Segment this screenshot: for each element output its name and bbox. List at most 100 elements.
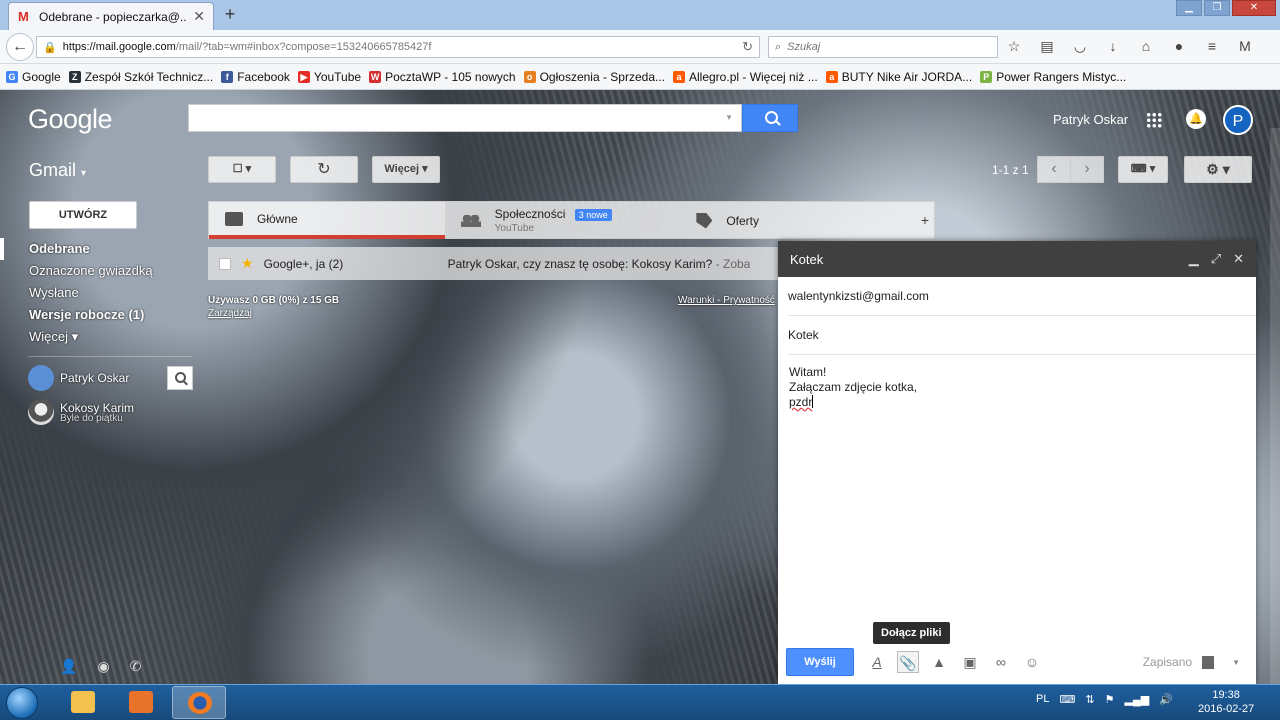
home-icon[interactable]: ⌂ bbox=[1136, 38, 1156, 55]
system-tray: PL ⌨ ⇅ ⚑ ▂▄▆ 🔊 bbox=[1036, 693, 1173, 706]
trash-icon[interactable] bbox=[1202, 655, 1215, 669]
downloads-icon[interactable]: ↓ bbox=[1103, 38, 1123, 55]
close-tab-icon[interactable]: ✕ bbox=[193, 8, 205, 25]
settings-gear-button[interactable]: ⚙ ▾ bbox=[1184, 156, 1252, 183]
manage-storage-link[interactable]: Zarządzaj bbox=[208, 308, 339, 319]
media-player-taskbar-button[interactable] bbox=[114, 686, 168, 719]
bookmark-item[interactable]: Z Zespół Szkół Technicz... bbox=[68, 70, 213, 84]
phone-icon[interactable]: ✆ bbox=[130, 658, 142, 675]
subject-field[interactable]: Kotek bbox=[788, 316, 1256, 355]
star-icon[interactable]: ★ bbox=[241, 255, 254, 272]
bookmark-label: Allegro.pl - Więcej niż ... bbox=[689, 69, 818, 84]
minimize-icon[interactable]: ▁ bbox=[1189, 251, 1199, 267]
chat-icon[interactable]: ● bbox=[1169, 38, 1189, 55]
menu-icon[interactable]: ≡ bbox=[1202, 38, 1222, 55]
drive-icon[interactable]: ▲ bbox=[928, 651, 950, 673]
sidebar-item-more[interactable]: Więcej ▾ bbox=[0, 326, 195, 348]
minimize-window-button[interactable]: ▁ bbox=[1176, 0, 1202, 16]
notifications-bell-icon[interactable]: 🔔 bbox=[1186, 109, 1206, 129]
start-button[interactable] bbox=[6, 687, 38, 719]
expand-icon[interactable]: ⤢ bbox=[1211, 251, 1221, 267]
more-actions-button[interactable]: Więcej ▾ bbox=[372, 156, 440, 183]
insert-link-icon[interactable]: ∞ bbox=[990, 651, 1012, 673]
sidebar-item-inbox[interactable]: Odebrane bbox=[0, 238, 195, 260]
avatar[interactable]: P bbox=[1223, 105, 1253, 135]
bookmark-item[interactable]: P Power Rangers Mistyc... bbox=[980, 70, 1126, 84]
terms-link[interactable]: Warunki - Prywatność bbox=[678, 295, 775, 306]
tab-title: Odebrane - popieczarka@... bbox=[39, 9, 188, 24]
bookmark-item[interactable]: G Google bbox=[6, 70, 61, 84]
compose-button[interactable]: UTWÓRZ bbox=[29, 201, 137, 229]
bookmark-item[interactable]: a Allegro.pl - Więcej niż ... bbox=[673, 70, 818, 84]
bookmark-favicon-icon: ▶ bbox=[297, 70, 310, 83]
close-window-button[interactable]: ✕ bbox=[1232, 0, 1276, 16]
reload-icon[interactable]: ↻ bbox=[742, 39, 753, 55]
message-body[interactable]: Witam! Załączam zdjęcie kotka, pzdr bbox=[778, 355, 1256, 640]
gmail-search-button[interactable] bbox=[742, 104, 798, 132]
recipients-field[interactable]: walentynkizsti@gmail.com bbox=[788, 277, 1256, 316]
apps-grid-icon[interactable] bbox=[1146, 112, 1162, 128]
tab-social[interactable]: Społeczności 3 nowe YouTube bbox=[445, 202, 681, 239]
system-clock[interactable]: 19:38 2016-02-27 bbox=[1198, 688, 1254, 716]
prev-page-button[interactable]: ‹ bbox=[1037, 156, 1071, 183]
attach-file-icon[interactable]: 📎 bbox=[897, 651, 919, 673]
back-button[interactable]: ← bbox=[6, 33, 34, 61]
bookmark-item[interactable]: a BUTY Nike Air JORDA... bbox=[825, 70, 972, 84]
tab-primary[interactable]: Główne bbox=[209, 202, 445, 239]
contact-self[interactable]: Patryk Oskar bbox=[0, 361, 195, 395]
select-all-checkbox[interactable]: ☐ ▾ bbox=[208, 156, 276, 183]
bookmark-favicon-icon: a bbox=[673, 70, 685, 83]
formatting-icon[interactable]: A bbox=[866, 651, 888, 673]
volume-icon[interactable]: 🔊 bbox=[1159, 693, 1173, 706]
user-name[interactable]: Patryk Oskar bbox=[1053, 112, 1128, 127]
row-checkbox[interactable] bbox=[219, 257, 231, 270]
pocket-icon[interactable]: ◡ bbox=[1070, 38, 1090, 55]
emoji-icon[interactable]: ☺ bbox=[1021, 651, 1043, 673]
signal-icon[interactable]: ▂▄▆ bbox=[1124, 693, 1149, 706]
address-bar[interactable]: 🔒 https://mail.google.com/mail/?tab=wm#i… bbox=[36, 36, 760, 58]
insert-photo-icon[interactable]: ▣ bbox=[959, 651, 981, 673]
browser-tab[interactable]: Odebrane - popieczarka@... ✕ bbox=[8, 2, 214, 30]
search-options-icon[interactable]: ▼ bbox=[725, 113, 733, 122]
sidebar-item-starred[interactable]: Oznaczone gwiazdką bbox=[0, 260, 195, 282]
sidebar-item-sent[interactable]: Wysłane bbox=[0, 282, 195, 304]
compose-header[interactable]: Kotek ▁ ⤢ ✕ bbox=[778, 241, 1256, 277]
extension-icon[interactable]: M bbox=[1235, 38, 1255, 55]
sidebar-item-drafts[interactable]: Wersje robocze (1) bbox=[0, 304, 195, 326]
tab-promotions[interactable]: Oferty bbox=[680, 202, 916, 239]
table-row[interactable]: ★ Google+, ja (2) Patryk Oskar, czy znas… bbox=[208, 247, 808, 280]
bookmark-favicon-icon: o bbox=[523, 70, 536, 83]
flag-icon[interactable]: ⚑ bbox=[1105, 693, 1115, 706]
language-indicator[interactable]: PL bbox=[1036, 693, 1049, 706]
send-button[interactable]: Wyślij bbox=[786, 648, 854, 676]
refresh-button[interactable]: ↻ bbox=[290, 156, 358, 183]
close-icon[interactable]: ✕ bbox=[1233, 251, 1244, 267]
more-options-icon[interactable]: ▼ bbox=[1232, 658, 1240, 667]
attach-tooltip: Dołącz pliki bbox=[873, 622, 950, 644]
bookmark-star-icon[interactable]: ☆ bbox=[1004, 38, 1024, 55]
bookmark-item[interactable]: ▶ YouTube bbox=[297, 70, 361, 84]
keyboard-icon[interactable]: ⌨ bbox=[1059, 693, 1075, 706]
hangouts-icon[interactable]: ◉ bbox=[97, 658, 109, 675]
browser-search-input[interactable] bbox=[787, 41, 978, 53]
google-logo[interactable]: Google bbox=[28, 104, 113, 135]
explorer-taskbar-button[interactable] bbox=[56, 686, 110, 719]
bookmark-item[interactable]: W PocztaWP - 105 nowych bbox=[369, 70, 516, 84]
gmail-app-switcher[interactable]: Gmail ▾ bbox=[29, 160, 86, 181]
browser-search-box[interactable]: ⌕ bbox=[768, 36, 998, 58]
add-tab-icon[interactable]: + bbox=[916, 202, 934, 238]
contacts-icon[interactable]: 👤 bbox=[60, 658, 77, 675]
reading-list-icon[interactable]: ▤ bbox=[1037, 38, 1057, 55]
keyboard-input-button[interactable]: ⌨ ▾ bbox=[1118, 156, 1168, 183]
gmail-search-input[interactable] bbox=[189, 105, 709, 131]
contact-search-icon[interactable] bbox=[167, 366, 193, 390]
next-page-button[interactable]: › bbox=[1070, 156, 1104, 183]
gmail-search-box[interactable]: ▼ bbox=[188, 104, 742, 132]
bookmark-item[interactable]: o Ogłoszenia - Sprzeda... bbox=[523, 70, 665, 84]
network-icon[interactable]: ⇅ bbox=[1085, 693, 1094, 706]
maximize-window-button[interactable]: ❐ bbox=[1204, 0, 1230, 16]
firefox-taskbar-button[interactable] bbox=[172, 686, 226, 719]
contact-kokosy[interactable]: Kokosy Karim Byle do piątku bbox=[0, 395, 195, 429]
bookmark-item[interactable]: f Facebook bbox=[221, 70, 290, 84]
new-tab-button[interactable]: + bbox=[220, 4, 240, 24]
